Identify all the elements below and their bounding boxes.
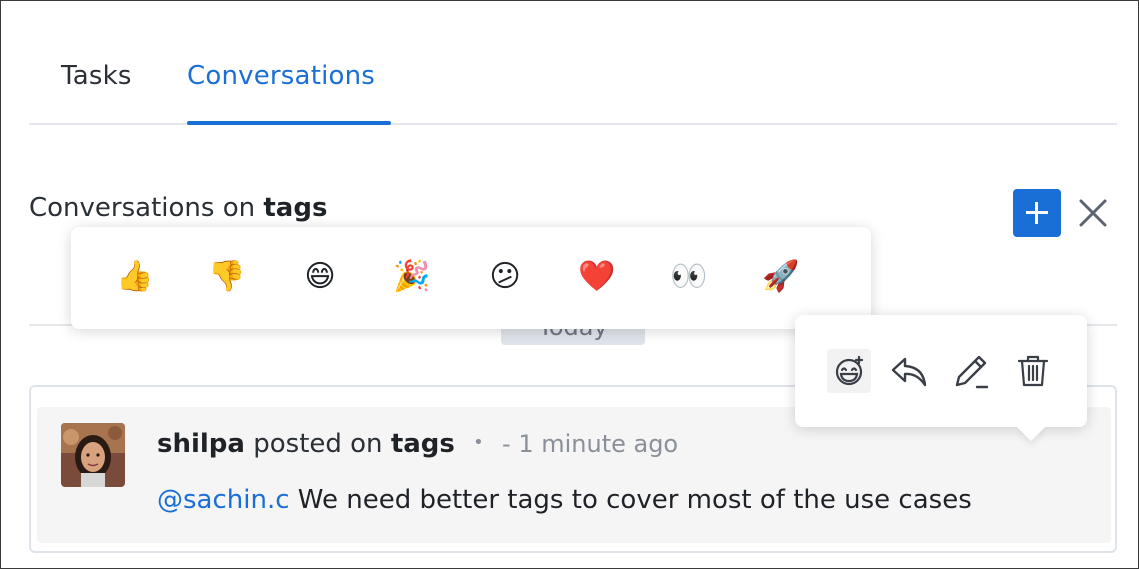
meta-separator: •	[473, 432, 484, 453]
close-icon[interactable]	[1075, 195, 1111, 231]
user-mention[interactable]: @sachin.c	[157, 485, 290, 515]
message-timestamp: - 1 minute ago	[502, 430, 679, 458]
delete-icon[interactable]	[1011, 349, 1055, 393]
message-action: posted on	[253, 429, 383, 459]
reaction-party-popper[interactable]: 🎉	[390, 255, 434, 299]
active-tab-indicator	[187, 121, 391, 125]
conversation-title-subject: tags	[263, 193, 328, 223]
message-content: We need better tags to cover most of the…	[289, 485, 972, 515]
reaction-picker: 👍 👎 😄 🎉 😕 ❤️ 👀 🚀	[71, 227, 871, 329]
reaction-eyes[interactable]: 👀	[667, 255, 711, 299]
reaction-heart[interactable]: ❤️	[575, 255, 619, 299]
message-meta: shilpa posted on tags • - 1 minute ago	[157, 429, 678, 459]
message-subject: tags	[390, 429, 455, 459]
reaction-rocket[interactable]: 🚀	[759, 255, 803, 299]
tab-conversations[interactable]: Conversations	[187, 61, 375, 91]
tab-tasks[interactable]: Tasks	[61, 61, 132, 91]
reaction-grinning[interactable]: 😄	[298, 255, 342, 299]
message-body: shilpa posted on tags • - 1 minute ago @…	[37, 407, 1111, 543]
reaction-confused[interactable]: 😕	[483, 255, 527, 299]
message-text: @sachin.c We need better tags to cover m…	[157, 485, 972, 515]
avatar	[61, 423, 125, 487]
conversations-panel: Tasks Conversations Conversations on tag…	[0, 0, 1139, 569]
tab-bar: Tasks Conversations	[29, 45, 1117, 125]
message-author[interactable]: shilpa	[157, 429, 245, 459]
conversation-title-prefix: Conversations on	[29, 193, 256, 223]
edit-icon[interactable]	[949, 349, 993, 393]
message-actions-toolbar	[795, 315, 1087, 427]
conversation-title: Conversations on tags	[29, 193, 327, 223]
reaction-thumbs-up[interactable]: 👍	[113, 255, 157, 299]
reaction-thumbs-down[interactable]: 👎	[205, 255, 249, 299]
add-reaction-icon[interactable]	[827, 349, 871, 393]
reply-icon[interactable]	[887, 349, 931, 393]
add-conversation-button[interactable]	[1013, 189, 1061, 237]
